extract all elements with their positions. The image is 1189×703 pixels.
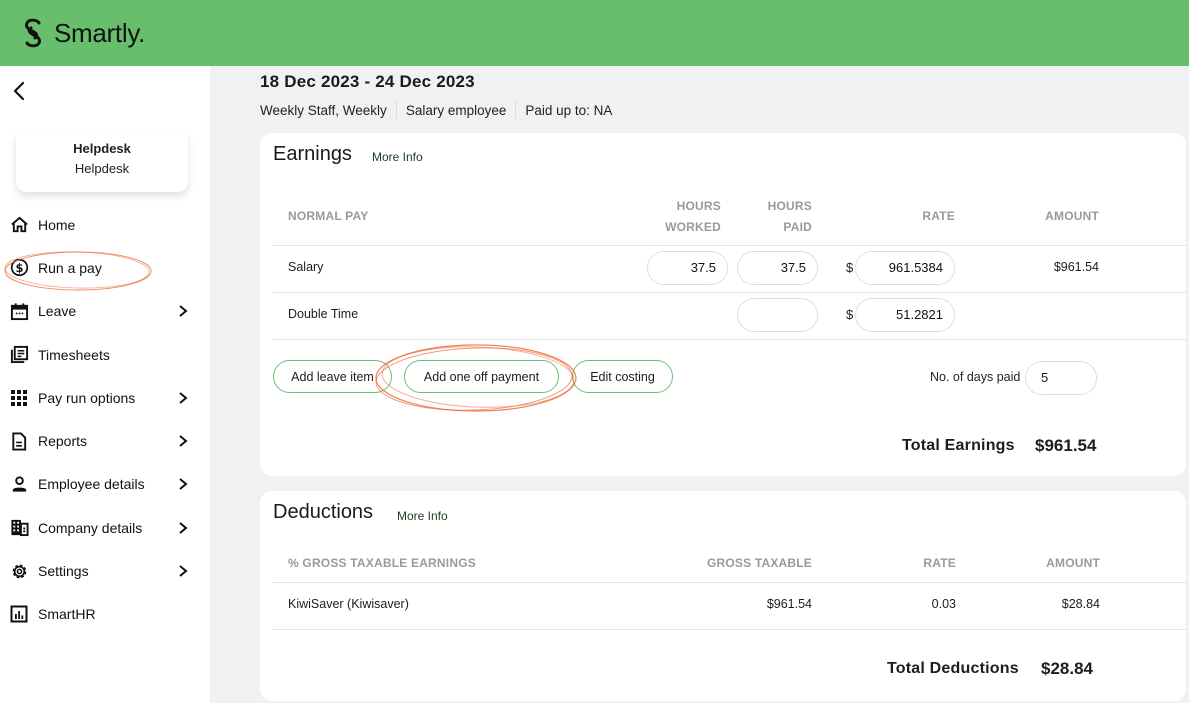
col-header-rate: RATE xyxy=(922,209,955,223)
col-header-name: % GROSS TAXABLE EARNINGS xyxy=(288,556,476,570)
divider xyxy=(273,339,1186,340)
sidebar: Helpdesk Helpdesk Home $ Run a pay Leave xyxy=(0,66,210,703)
rate-input[interactable]: 51.2821 xyxy=(855,298,955,332)
total-earnings-value: $961.54 xyxy=(1035,436,1097,455)
sidebar-item-timesheets[interactable]: Timesheets xyxy=(0,333,210,376)
person-icon xyxy=(9,474,29,494)
edit-costing-button[interactable]: Edit costing xyxy=(572,360,673,393)
divider xyxy=(273,629,1186,630)
divider xyxy=(273,245,1186,246)
main-content: 18 Dec 2023 - 24 Dec 2023 Weekly Staff, … xyxy=(210,66,1189,703)
currency-symbol: $ xyxy=(846,307,854,322)
sidebar-item-label: Leave xyxy=(38,303,77,320)
grid-icon xyxy=(9,388,29,408)
sidebar-item-label: Company details xyxy=(38,519,143,536)
sidebar-item-settings[interactable]: Settings xyxy=(0,549,210,592)
col-header-hours-worked: HOURS WORKED xyxy=(651,196,721,238)
add-one-off-payment-button[interactable]: Add one off payment xyxy=(404,360,559,393)
header-line: WORKED xyxy=(665,220,721,234)
col-header-normal-pay: NORMAL PAY xyxy=(288,209,369,223)
sidebar-item-home[interactable]: Home xyxy=(0,203,210,246)
total-deductions-value: $28.84 xyxy=(1041,659,1093,678)
sidebar-item-label: Timesheets xyxy=(38,346,110,363)
employee-type: Salary employee xyxy=(405,102,507,118)
chevron-right-icon xyxy=(179,305,188,318)
col-header-amount: AMOUNT xyxy=(1046,556,1100,570)
user-card[interactable]: Helpdesk Helpdesk xyxy=(16,130,188,192)
bar-chart-icon xyxy=(9,604,29,624)
pay-period-range: 18 Dec 2023 - 24 Dec 2023 xyxy=(260,72,475,91)
chevron-right-icon xyxy=(179,521,188,534)
user-name: Helpdesk xyxy=(73,141,131,156)
sidebar-item-employee-details[interactable]: Employee details xyxy=(0,463,210,506)
header-line: HOURS xyxy=(676,199,721,213)
paid-up-to: Paid up to: NA xyxy=(525,102,613,118)
hours-worked-input[interactable]: 37.5 xyxy=(647,251,728,285)
chevron-left-icon[interactable] xyxy=(10,80,30,102)
brand-name: Smartly. xyxy=(54,17,146,48)
sidebar-item-pay-run-options[interactable]: Pay run options xyxy=(0,376,210,419)
days-paid-label: No. of days paid xyxy=(930,370,1021,384)
calendar-icon xyxy=(9,301,29,321)
deduction-rate: 0.03 xyxy=(931,597,956,611)
sidebar-item-company-details[interactable]: Company details xyxy=(0,506,210,549)
col-header-rate: RATE xyxy=(923,556,956,570)
home-icon xyxy=(9,215,29,235)
divider xyxy=(515,101,517,119)
deduction-name: KiwiSaver (Kiwisaver) xyxy=(288,597,409,611)
top-bar: Smartly. xyxy=(0,0,1189,66)
currency-symbol: $ xyxy=(846,260,854,275)
divider xyxy=(273,582,1186,583)
deductions-card: Deductions More Info % GROSS TAXABLE EAR… xyxy=(260,491,1186,701)
col-header-amount: AMOUNT xyxy=(1045,209,1099,223)
earning-amount: $961.54 xyxy=(1053,260,1099,274)
earnings-title: Earnings xyxy=(273,143,352,165)
timesheets-icon xyxy=(9,345,29,365)
deduction-gross-taxable: $961.54 xyxy=(766,597,812,611)
earning-name: Double Time xyxy=(288,307,359,321)
total-deductions-label: Total Deductions xyxy=(887,660,1019,677)
days-paid-input[interactable]: 5 xyxy=(1025,361,1097,395)
user-role: Helpdesk xyxy=(74,161,130,176)
earning-name: Salary xyxy=(288,260,324,274)
building-icon xyxy=(9,518,29,538)
hours-paid-input[interactable]: 37.5 xyxy=(737,251,818,285)
chevron-right-icon xyxy=(179,565,188,577)
chevron-right-icon xyxy=(179,392,188,404)
smartly-logo-icon xyxy=(25,18,41,48)
annotation-circle xyxy=(4,251,152,291)
divider xyxy=(395,101,397,119)
total-earnings-label: Total Earnings xyxy=(902,437,1015,454)
pay-frequency: Weekly Staff, Weekly xyxy=(260,102,387,118)
sidebar-item-leave[interactable]: Leave xyxy=(0,290,210,333)
gear-icon xyxy=(9,561,29,581)
earnings-card: Earnings More Info NORMAL PAY HOURS WORK… xyxy=(260,133,1186,476)
earnings-more-info-link[interactable]: More Info xyxy=(372,150,423,164)
add-leave-item-button[interactable]: Add leave item xyxy=(273,360,392,393)
sidebar-item-label: Settings xyxy=(38,563,89,580)
hours-paid-input[interactable] xyxy=(737,298,818,332)
header-line: PAID xyxy=(783,220,812,234)
document-icon xyxy=(9,431,29,451)
col-header-hours-paid: HOURS PAID xyxy=(742,196,812,238)
sidebar-item-label: Reports xyxy=(38,433,88,450)
sidebar-item-label: SmartHR xyxy=(38,606,96,623)
sidebar-item-label: Employee details xyxy=(38,476,145,493)
sidebar-item-label: Pay run options xyxy=(38,389,136,406)
deductions-more-info-link[interactable]: More Info xyxy=(397,509,448,523)
logo[interactable]: Smartly. xyxy=(20,17,145,49)
divider xyxy=(273,292,1186,293)
chevron-right-icon xyxy=(179,435,188,447)
pay-period-meta: Weekly Staff, Weekly Salary employee Pai… xyxy=(260,101,612,119)
sidebar-item-smarthr[interactable]: SmartHR xyxy=(0,593,210,636)
sidebar-item-label: Home xyxy=(38,216,76,233)
deduction-amount: $28.84 xyxy=(1061,597,1100,611)
col-header-gross-taxable: GROSS TAXABLE xyxy=(706,556,812,570)
sidebar-item-reports[interactable]: Reports xyxy=(0,419,210,462)
header-line: HOURS xyxy=(767,199,812,213)
deductions-title: Deductions xyxy=(273,501,374,523)
rate-input[interactable]: 961.5384 xyxy=(855,251,955,285)
chevron-right-icon xyxy=(179,478,188,491)
